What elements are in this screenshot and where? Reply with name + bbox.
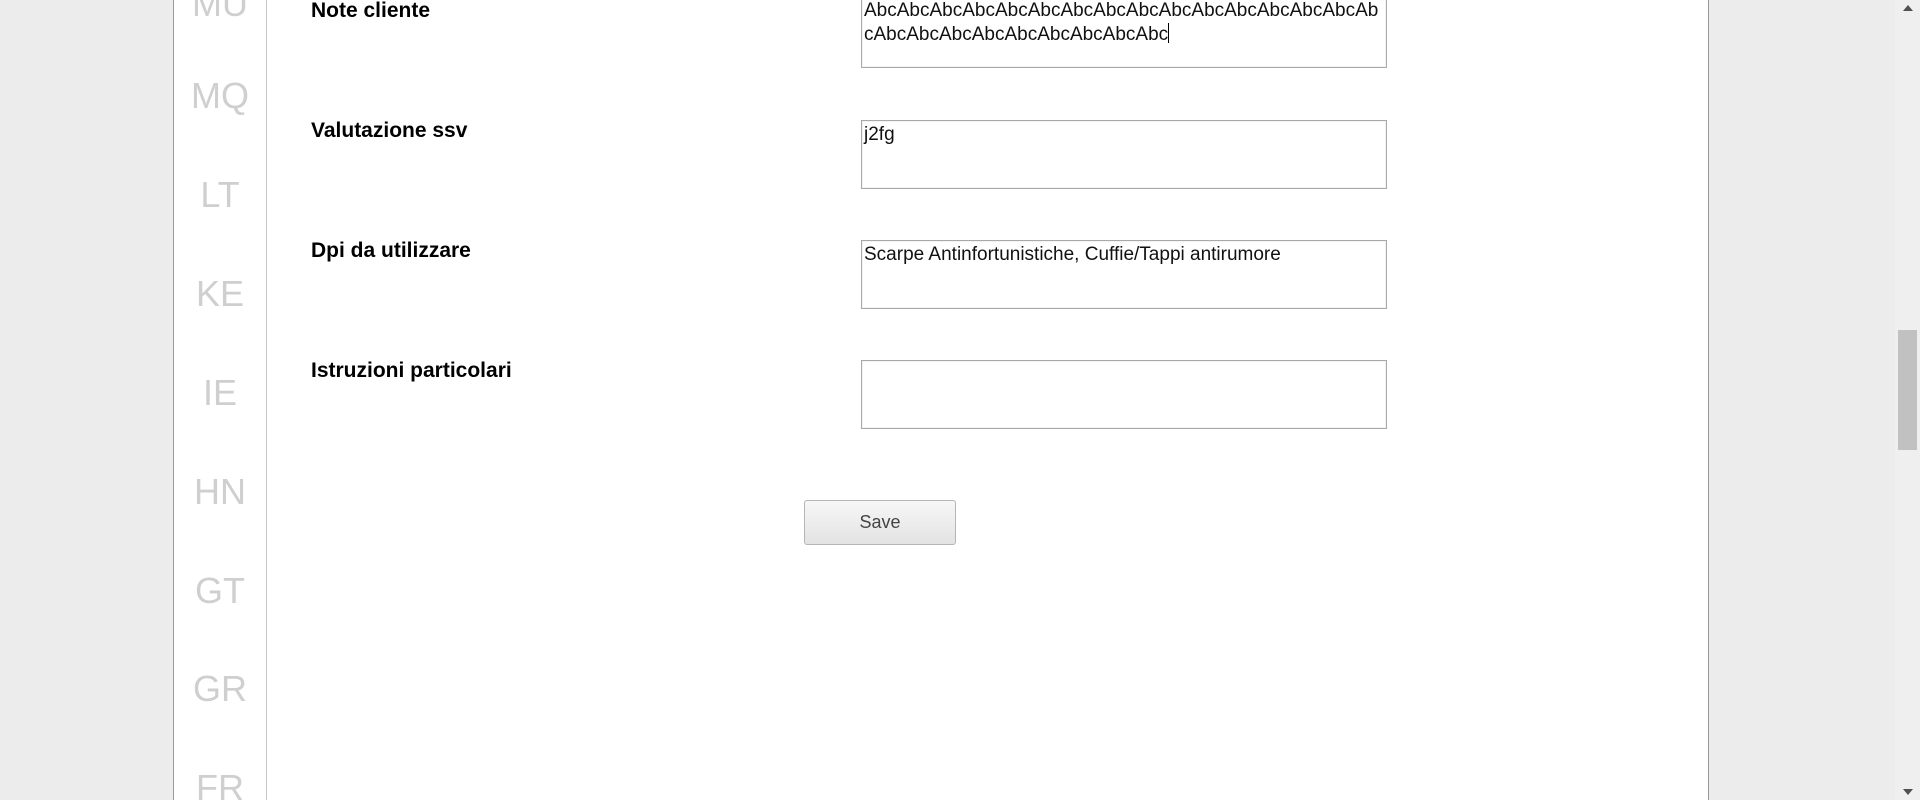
- istruzioni-particolari-label: Istruzioni particolari: [311, 359, 512, 382]
- valutazione-ssv-textarea[interactable]: j2fg: [861, 120, 1387, 189]
- country-index-item[interactable]: MQ: [174, 78, 266, 114]
- save-button[interactable]: Save: [804, 500, 956, 545]
- country-index-item[interactable]: LT: [174, 177, 266, 213]
- istruzioni-particolari-textarea[interactable]: [861, 360, 1387, 429]
- note-cliente-label: Note cliente: [311, 0, 431, 22]
- note-cliente-textarea[interactable]: AbcAbcAbcAbcAbcAbcAbcAbcAbcAbcAbcAbcAbcA…: [861, 0, 1387, 68]
- country-index-item[interactable]: GT: [174, 573, 266, 609]
- note-cliente-value: AbcAbcAbcAbcAbcAbcAbcAbcAbcAbcAbcAbcAbcA…: [864, 0, 1379, 45]
- triangle-down-icon[interactable]: [1895, 784, 1920, 800]
- country-index-item[interactable]: MU: [174, 0, 266, 22]
- vertical-scrollbar[interactable]: [1895, 0, 1920, 800]
- country-index-item[interactable]: GR: [174, 671, 266, 707]
- country-index-column: MU MQ LT KE IE HN GT GR FR: [174, 0, 267, 800]
- country-index-item[interactable]: FR: [174, 770, 266, 800]
- dpi-da-utilizzare-textarea[interactable]: Scarpe Antinfortunistiche, Cuffie/Tappi …: [861, 240, 1387, 309]
- main-panel: MU MQ LT KE IE HN GT GR FR Note cliente …: [173, 0, 1709, 800]
- scrollbar-thumb[interactable]: [1898, 330, 1917, 450]
- country-index-item[interactable]: KE: [174, 276, 266, 312]
- dpi-da-utilizzare-label: Dpi da utilizzare: [311, 239, 471, 262]
- text-caret: [1168, 23, 1170, 43]
- triangle-up-icon[interactable]: [1895, 0, 1920, 16]
- country-index-item[interactable]: IE: [174, 375, 266, 411]
- valutazione-ssv-label: Valutazione ssv: [311, 119, 468, 142]
- country-index-item[interactable]: HN: [174, 474, 266, 510]
